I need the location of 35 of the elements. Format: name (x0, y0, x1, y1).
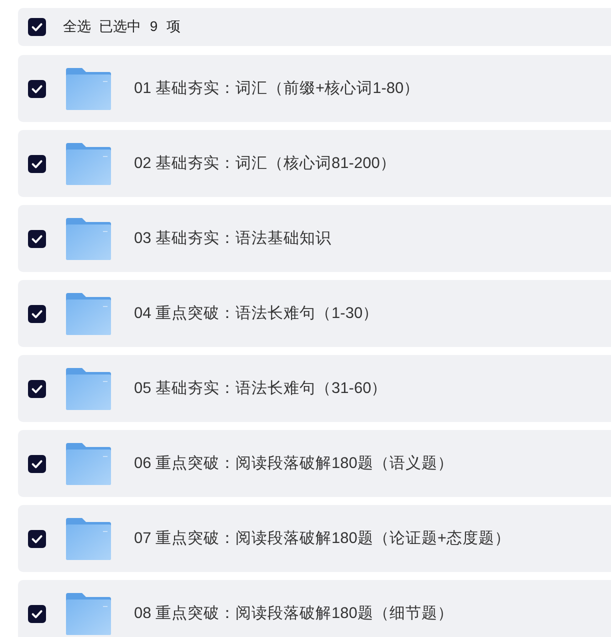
folder-name: 02 基础夯实：词汇（核心词81-200） (134, 154, 396, 174)
folder-row[interactable]: 05 基础夯实：语法长难句（31-60） (18, 355, 611, 422)
folder-icon (66, 442, 111, 484)
select-all-label[interactable]: 全选 (63, 18, 91, 36)
folder-icon (66, 142, 111, 184)
folder-name: 08 重点突破：阅读段落破解180题（细节题） (134, 604, 454, 624)
folder-row[interactable]: 08 重点突破：阅读段落破解180题（细节题） (18, 580, 611, 637)
folder-name: 03 基础夯实：语法基础知识 (134, 229, 332, 249)
folder-row[interactable]: 07 重点突破：阅读段落破解180题（论证题+态度题） (18, 505, 611, 572)
folder-icon (66, 218, 111, 260)
folder-row[interactable]: 04 重点突破：语法长难句（1-30） (18, 280, 611, 347)
folder-row[interactable]: 06 重点突破：阅读段落破解180题（语义题） (18, 430, 611, 497)
checkbox-icon[interactable] (28, 80, 46, 98)
folder-icon (66, 368, 111, 410)
folder-row[interactable]: 02 基础夯实：词汇（核心词81-200） (18, 130, 611, 197)
folder-name: 07 重点突破：阅读段落破解180题（论证题+态度题） (134, 529, 510, 549)
folder-row[interactable]: 01 基础夯实：词汇（前缀+核心词1-80） (18, 55, 611, 122)
checkbox-icon[interactable] (28, 18, 46, 36)
checkbox-icon[interactable] (28, 154, 46, 172)
folder-icon (66, 292, 111, 334)
folder-name: 05 基础夯实：语法长难句（31-60） (134, 379, 388, 399)
checkbox-icon[interactable] (28, 530, 46, 548)
selection-count: 已选中 9 项 (99, 18, 181, 36)
folder-icon (66, 592, 111, 634)
folder-name: 04 重点突破：语法长难句（1-30） (134, 304, 379, 324)
folder-name: 06 重点突破：阅读段落破解180题（语义题） (134, 454, 454, 474)
folder-name: 01 基础夯实：词汇（前缀+核心词1-80） (134, 79, 420, 99)
folder-row[interactable]: 03 基础夯实：语法基础知识 (18, 205, 611, 272)
checkbox-icon[interactable] (28, 604, 46, 622)
checkbox-icon[interactable] (28, 380, 46, 398)
checkbox-icon[interactable] (28, 304, 46, 322)
checkbox-icon[interactable] (28, 454, 46, 472)
folder-icon (66, 68, 111, 110)
checkbox-icon[interactable] (28, 230, 46, 248)
folder-icon (66, 518, 111, 560)
